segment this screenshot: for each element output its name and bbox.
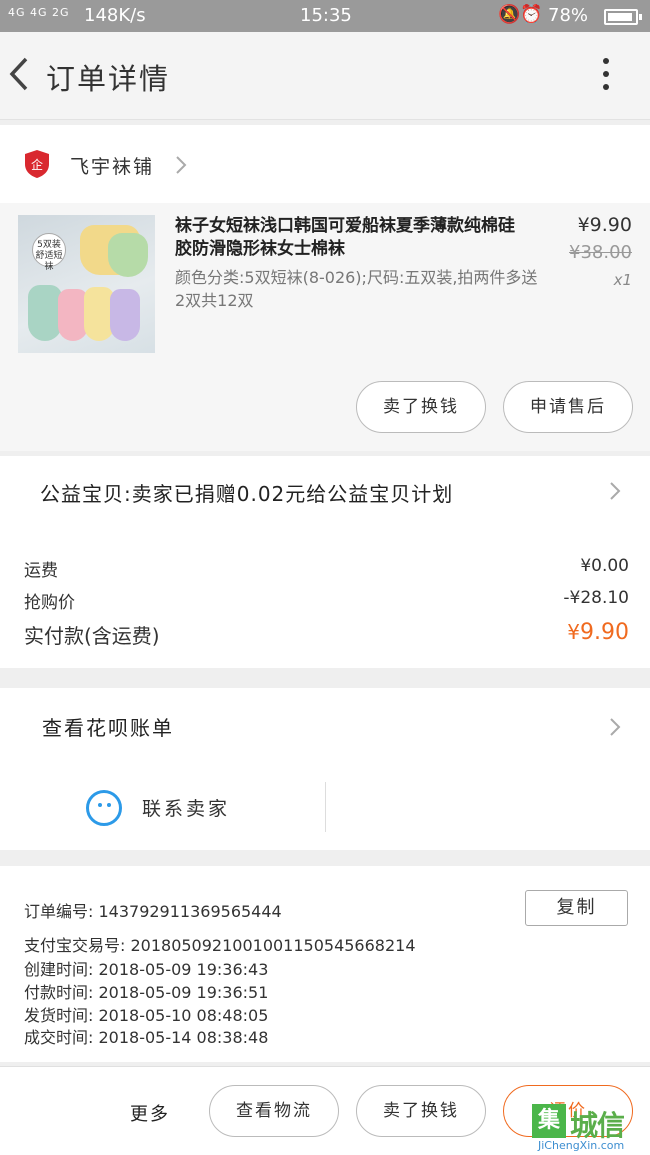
alipay-trade-number: 支付宝交易号: 2018050921001001150545668214 xyxy=(24,936,416,955)
watermark-text: 城信 xyxy=(570,1109,625,1142)
shipping-value: ¥0.00 xyxy=(580,556,629,576)
rush-price-value: -¥28.10 xyxy=(563,588,629,608)
product-title: 袜子女短袜浅口韩国可爱船袜夏季薄款纯棉硅胶防滑隐形袜女士棉袜 xyxy=(175,216,515,259)
original-price: ¥38.00 xyxy=(569,242,632,263)
divider xyxy=(325,782,326,832)
paid-label: 实付款(含运费) xyxy=(24,624,160,648)
chevron-right-icon xyxy=(176,156,187,174)
huabei-bill-text: 查看花呗账单 xyxy=(42,716,174,740)
fee-summary: 运费 ¥0.00 抢购价 -¥28.10 实付款(含运费) ¥9.90 xyxy=(0,526,650,668)
contact-seller-button[interactable]: 联系卖家 xyxy=(142,794,230,821)
charity-row[interactable]: 公益宝贝:卖家已捐赠0.02元给公益宝贝计划 xyxy=(0,456,650,526)
created-time: 创建时间: 2018-05-09 19:36:43 xyxy=(24,960,269,979)
chevron-right-icon xyxy=(610,482,621,500)
thumbnail-tag: 5双装 舒适短袜 xyxy=(32,233,66,272)
watermark-logo: 集 城信 JiChengXin.com xyxy=(530,1100,650,1155)
svg-text:企: 企 xyxy=(31,157,43,172)
product-quantity: x1 xyxy=(613,271,632,289)
more-options-icon[interactable] xyxy=(594,58,618,98)
nav-header: 订单详情 xyxy=(0,32,650,120)
contact-seller-row[interactable]: 联系卖家 xyxy=(0,766,650,850)
sell-resale-button[interactable]: 卖了换钱 xyxy=(356,381,486,433)
product-spec: 颜色分类:5双短袜(8-026);尺码:五双装,拍两件多送2双共12双 xyxy=(175,268,538,310)
view-logistics-button[interactable]: 查看物流 xyxy=(209,1085,339,1137)
paid-time: 付款时间: 2018-05-09 19:36:51 xyxy=(24,983,269,1002)
huabei-bill-row[interactable]: 查看花呗账单 xyxy=(0,688,650,766)
chat-bubble-icon xyxy=(86,790,122,826)
signal-indicator: 4G 4G 2G xyxy=(8,6,70,19)
back-arrow-icon[interactable] xyxy=(6,54,36,94)
rush-price-label: 抢购价 xyxy=(24,593,75,613)
chevron-right-icon xyxy=(610,718,621,736)
product-thumbnail[interactable]: 5双装 舒适短袜 xyxy=(18,215,155,353)
clock: 15:35 xyxy=(300,5,352,26)
store-name: 飞宇袜铺 xyxy=(70,156,155,178)
copy-button[interactable]: 复制 xyxy=(525,890,628,926)
sell-resale-button[interactable]: 卖了换钱 xyxy=(356,1085,486,1137)
completed-time: 成交时间: 2018-05-14 08:38:48 xyxy=(24,1028,269,1047)
status-bar: 4G 4G 2G 148K/s 15:35 🔕⏰ 78% xyxy=(0,0,650,32)
order-info: 订单编号: 143792911369565444 复制 支付宝交易号: 2018… xyxy=(0,866,650,1062)
paid-value: ¥9.90 xyxy=(567,620,629,645)
apply-after-sale-button[interactable]: 申请售后 xyxy=(503,381,633,433)
product-price: ¥9.90 xyxy=(577,214,632,236)
shipping-label: 运费 xyxy=(24,561,58,581)
paid-currency: ¥ xyxy=(567,620,581,644)
bell-off-icon: 🔕⏰ xyxy=(498,4,543,25)
page-title: 订单详情 xyxy=(46,62,171,96)
network-speed: 148K/s xyxy=(84,5,146,26)
battery-icon xyxy=(604,9,642,25)
paid-amount: 9.90 xyxy=(580,620,629,645)
product-item[interactable]: 5双装 舒适短袜 袜子女短袜浅口韩国可爱船袜夏季薄款纯棉硅胶防滑隐形袜女士棉袜 … xyxy=(0,203,650,451)
more-button[interactable]: 更多 xyxy=(130,1100,170,1126)
charity-text: 公益宝贝:卖家已捐赠0.02元给公益宝贝计划 xyxy=(40,482,454,506)
battery-percent: 78% xyxy=(548,5,589,26)
store-shield-icon: 企 xyxy=(25,150,49,178)
store-row[interactable]: 企 飞宇袜铺 xyxy=(0,125,650,203)
order-number: 订单编号: 143792911369565444 xyxy=(24,902,282,921)
watermark-box: 集 xyxy=(532,1104,566,1138)
shipped-time: 发货时间: 2018-05-10 08:48:05 xyxy=(24,1006,269,1025)
watermark-url: JiChengXin.com xyxy=(538,1139,625,1152)
